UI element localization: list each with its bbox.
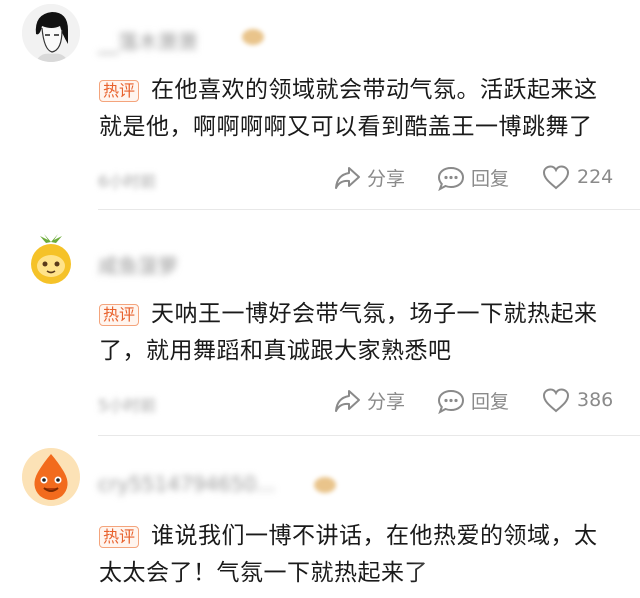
share-button[interactable]: 分享 — [333, 387, 405, 414]
comment-item: 咸鱼菠萝 热评 天呐王一博好会带气氛，场子一下就热起来了，就用舞蹈和真诚跟大家熟… — [0, 210, 640, 440]
like-count: 224 — [577, 166, 614, 188]
username[interactable]: cry5514794650... — [98, 472, 275, 496]
reply-label: 回复 — [471, 168, 510, 190]
like-button[interactable]: 386 — [541, 387, 613, 413]
heart-outline-icon — [542, 165, 570, 190]
comment-text: 在他喜欢的领域就会带动气氛。活跃起来这就是他，啊啊啊啊又可以看到酷盖王一博跳舞了 — [99, 77, 598, 140]
username[interactable]: 咸鱼菠萝 — [98, 250, 178, 279]
heart-outline-icon — [542, 388, 570, 413]
comment-bubble-icon — [437, 389, 465, 414]
share-button[interactable]: 分享 — [333, 164, 405, 191]
timestamp: 5小时前 — [98, 396, 157, 415]
share-label: 分享 — [367, 391, 406, 413]
like-count: 386 — [577, 389, 614, 411]
timestamp: 6小时前 — [98, 172, 157, 191]
like-button[interactable]: 224 — [541, 164, 613, 190]
user-emblem-icon — [314, 477, 336, 493]
reply-label: 回复 — [471, 391, 510, 413]
share-icon — [335, 166, 360, 189]
comment-bubble-icon — [437, 166, 465, 191]
share-label: 分享 — [367, 168, 406, 190]
avatar[interactable] — [22, 4, 80, 62]
comment-item: __落木萧萧 热评 在他喜欢的领域就会带动气氛。活跃起来这就是他，啊啊啊啊又可以… — [0, 0, 640, 210]
reply-button[interactable]: 回复 — [437, 387, 509, 414]
username[interactable]: __落木萧萧 — [98, 26, 198, 55]
share-icon — [335, 389, 360, 412]
reply-button[interactable]: 回复 — [437, 164, 509, 191]
bottom-fade-overlay — [410, 548, 640, 598]
comment-text: 天呐王一博好会带气氛，场子一下就热起来了，就用舞蹈和真诚跟大家熟悉吧 — [99, 301, 598, 364]
user-emblem-icon — [242, 29, 264, 45]
avatar[interactable] — [22, 448, 80, 506]
avatar[interactable] — [22, 230, 80, 288]
